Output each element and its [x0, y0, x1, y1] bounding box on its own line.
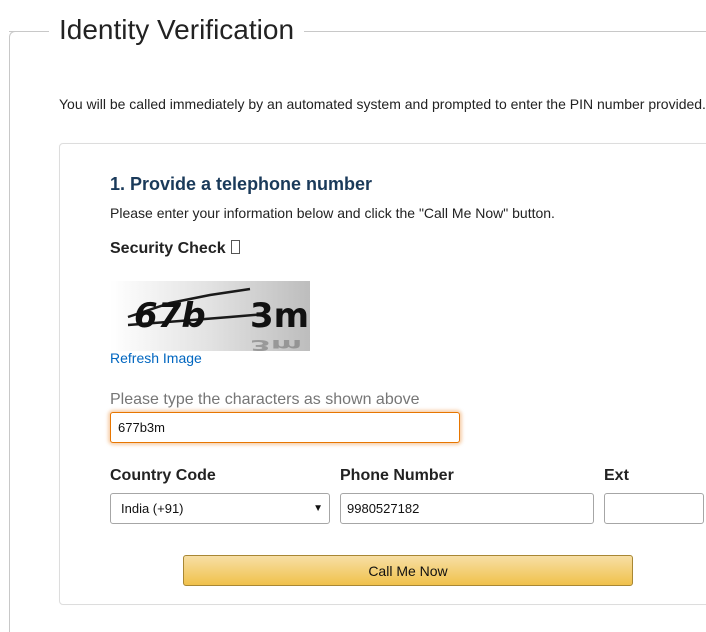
captcha-input[interactable] [110, 412, 460, 443]
country-code-label: Country Code [110, 467, 216, 484]
phone-number-input[interactable] [340, 493, 594, 524]
info-icon[interactable] [230, 240, 240, 254]
captcha-glyphs-right: 3m [250, 296, 309, 336]
refresh-image-link[interactable]: Refresh Image [110, 350, 202, 366]
fieldset-border-right [304, 31, 706, 32]
country-code-value: India (+91) [121, 501, 184, 516]
captcha-prompt: Please type the characters as shown abov… [110, 391, 420, 408]
page-title: Identity Verification [59, 14, 295, 45]
captcha-image: 67b 3m 3m [110, 281, 310, 354]
country-code-select[interactable]: India (+91) ▼ [110, 493, 330, 524]
call-me-now-button[interactable]: Call Me Now [183, 555, 633, 586]
fieldset-border [9, 31, 18, 632]
step-title: 1. Provide a telephone number [110, 174, 373, 194]
security-check-text: Security Check [110, 240, 226, 257]
chevron-down-icon: ▼ [313, 503, 323, 514]
intro-text: You will be called immediately by an aut… [59, 96, 706, 112]
captcha-glyphs-left: 67b [134, 296, 206, 336]
captcha-svg: 67b 3m 3m [110, 281, 310, 354]
fieldset-border-left [9, 31, 49, 32]
ext-label: Ext [604, 467, 629, 484]
step-description: Please enter your information below and … [110, 205, 555, 221]
phone-number-label: Phone Number [340, 467, 454, 484]
ext-input[interactable] [604, 493, 704, 524]
security-check-label: Security Check [110, 240, 240, 258]
captcha-reflection: 3m [250, 336, 302, 351]
